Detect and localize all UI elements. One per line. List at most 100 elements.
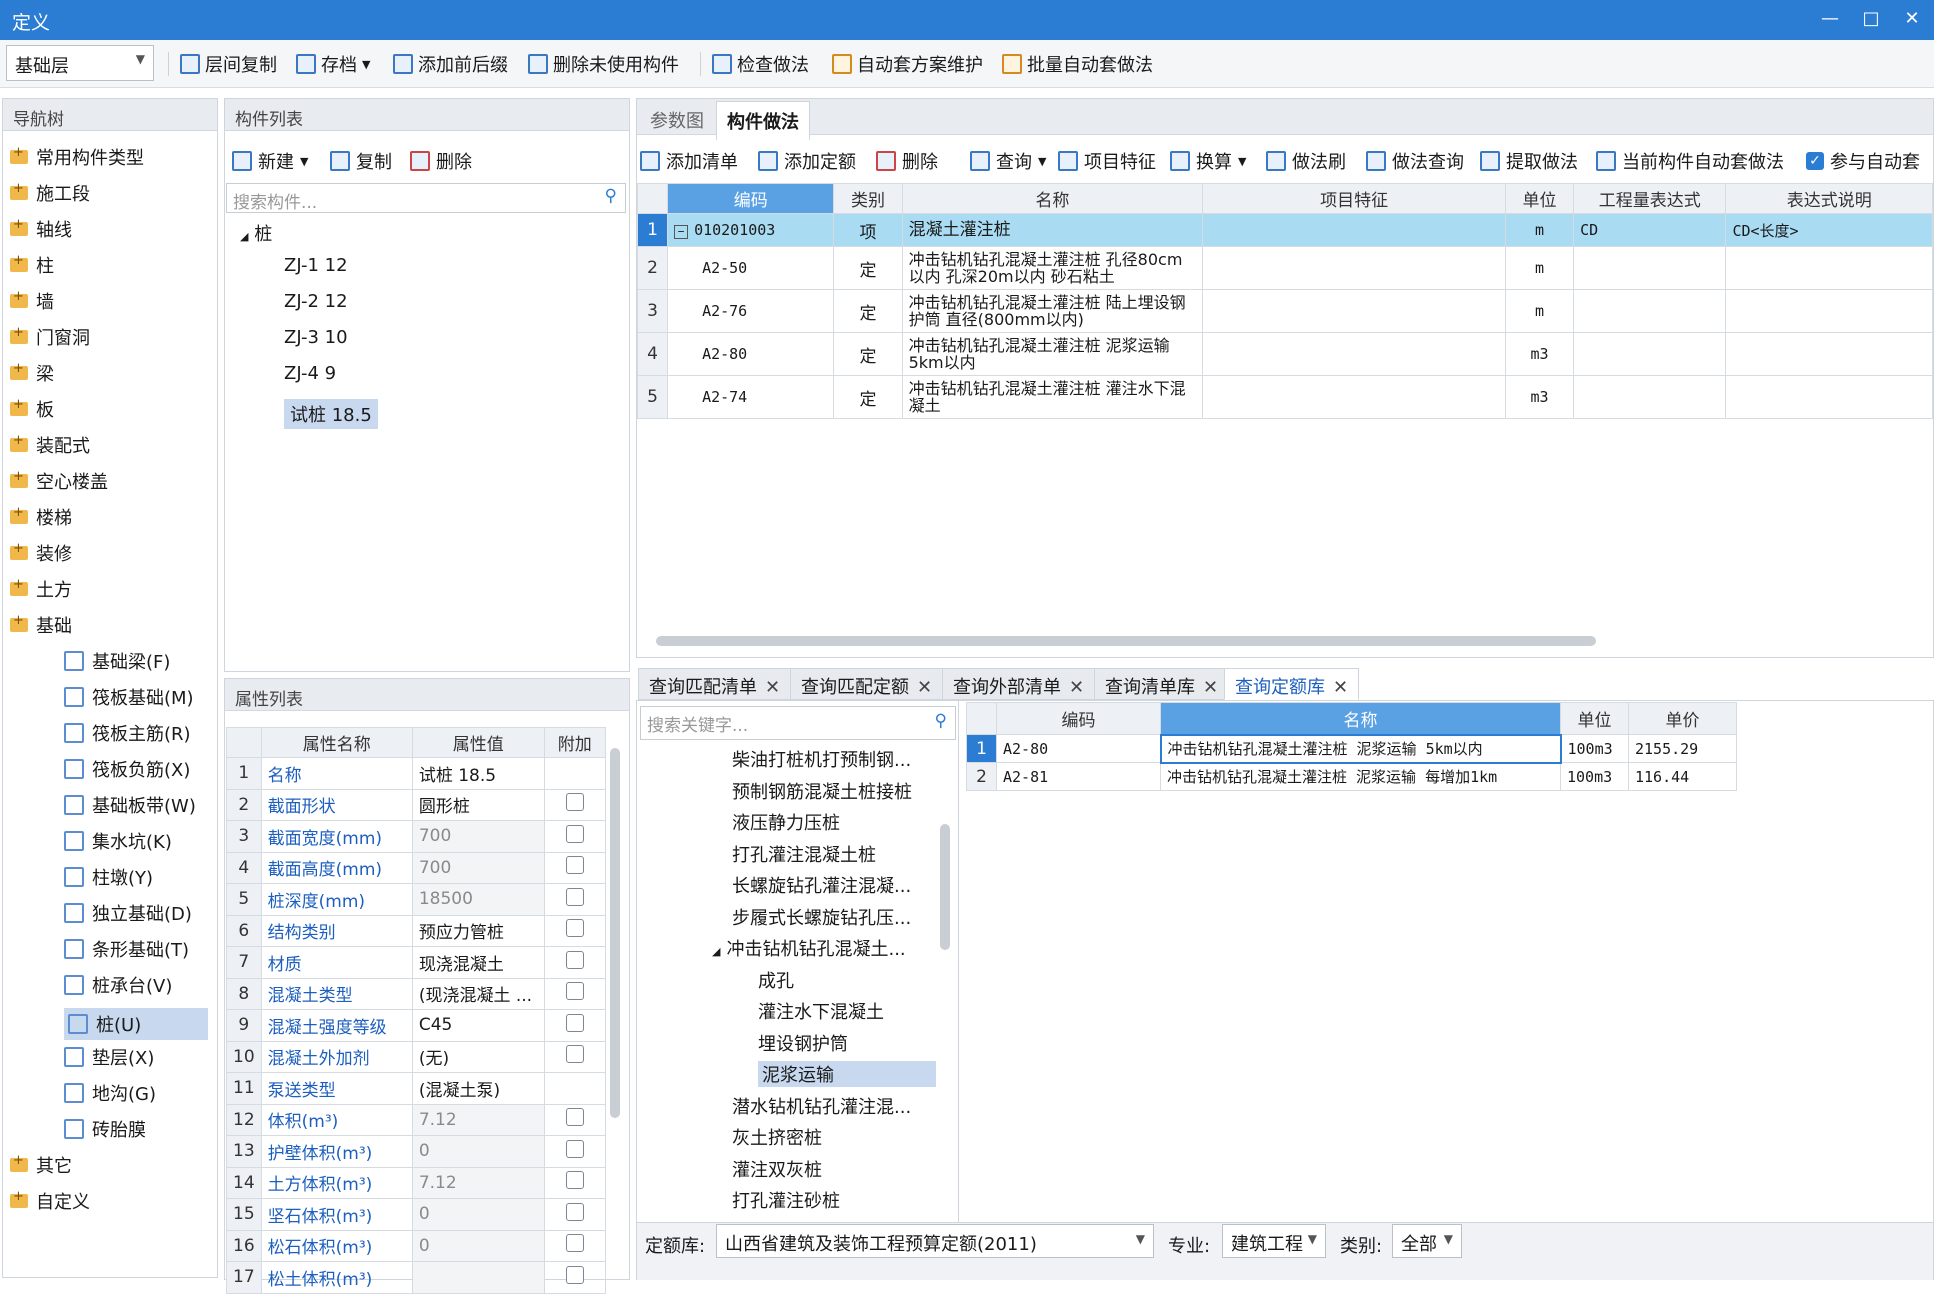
nav-subitem[interactable]: 筏板负筋(X) <box>64 756 190 782</box>
name-cell[interactable]: 冲击钻机钻孔混凝土灌注桩 泥浆运输 5km以内 <box>1159 733 1562 764</box>
tab-param-diagram[interactable]: 参数图 <box>640 101 714 139</box>
nav-item[interactable]: 装修 <box>10 540 72 566</box>
tree-node[interactable]: 灌注双灰桩 <box>732 1156 822 1182</box>
copy-button[interactable]: 复制 <box>330 148 392 174</box>
attach-checkbox[interactable] <box>565 919 584 938</box>
component-item[interactable]: 试桩 18.5 <box>284 399 378 429</box>
property-value[interactable]: (无) <box>411 1040 545 1073</box>
nav-item[interactable]: 土方 <box>10 576 72 602</box>
property-value[interactable]: 18500 <box>411 883 545 916</box>
query-search-input[interactable]: 搜索关键字... ⚲ <box>640 706 956 740</box>
query-tab[interactable]: 查询匹配定额 ✕ <box>790 668 944 700</box>
tree-node[interactable]: 柴油打桩机打预制钢... <box>732 746 911 772</box>
table-row[interactable]: 16 松石体积(m³) 0 <box>226 1229 607 1262</box>
nav-subitem[interactable]: 砖胎膜 <box>64 1116 146 1142</box>
table-row[interactable]: 12 体积(m³) 7.12 <box>226 1103 607 1136</box>
tree-node[interactable]: ◢ 冲击钻机钻孔混凝土... <box>712 935 906 961</box>
property-value[interactable]: 7.12 <box>411 1103 545 1136</box>
method-button[interactable]: 当前构件自动套做法 <box>1596 148 1784 174</box>
component-search-input[interactable]: 搜索构件... ⚲ <box>226 183 626 213</box>
close-icon[interactable]: ✕ <box>1897 6 1927 32</box>
table-row[interactable]: 3 A2-76 定冲击钻机钻孔混凝土灌注桩 陆上埋设钢护筒 直径(800mm以内) m <box>636 289 1933 333</box>
close-icon[interactable]: ✕ <box>1069 677 1084 698</box>
nav-item[interactable]: 基础 <box>10 612 72 638</box>
tree-node[interactable]: 液压静力压桩 <box>732 809 840 835</box>
table-row[interactable]: 2 截面形状 圆形桩 <box>226 788 607 821</box>
attach-checkbox[interactable] <box>565 1108 584 1127</box>
query-tab[interactable]: 查询清单库 ✕ <box>1094 668 1230 700</box>
attach-checkbox[interactable] <box>565 1045 584 1064</box>
table-row[interactable]: 10 混凝土外加剂 (无) <box>226 1040 607 1073</box>
expr-cell[interactable] <box>1573 375 1727 419</box>
table-row[interactable]: 4 截面高度(mm) 700 <box>226 851 607 884</box>
component-item[interactable]: ZJ-3 10 <box>284 327 348 348</box>
tree-node[interactable]: 步履式长螺旋钻孔压... <box>732 904 911 930</box>
copy-floor-button[interactable]: 层间复制 <box>180 50 277 78</box>
method-button[interactable]: 查询 ▼ <box>970 148 1046 174</box>
delete-button[interactable]: 删除 <box>410 148 472 174</box>
table-row[interactable]: 15 坚石体积(m³) 0 <box>226 1198 607 1231</box>
tree-node[interactable]: 潜水钻机钻孔灌注混... <box>732 1093 911 1119</box>
nav-item[interactable]: 施工段 <box>10 180 90 206</box>
nav-subitem[interactable]: 条形基础(T) <box>64 936 189 962</box>
property-value[interactable]: 圆形桩 <box>411 788 545 821</box>
expr-cell[interactable] <box>1573 289 1727 333</box>
table-row[interactable]: 13 护壁体积(m³) 0 <box>226 1135 607 1168</box>
add-affix-button[interactable]: 添加前后缀 <box>393 50 508 78</box>
tree-node[interactable]: 灰土挤密桩 <box>732 1124 822 1150</box>
tree-node[interactable]: 泥浆运输 <box>758 1061 936 1087</box>
tree-node[interactable]: 埋设钢护筒 <box>758 1030 848 1056</box>
tree-node[interactable]: 灌注水下混凝土 <box>758 998 884 1024</box>
table-row[interactable]: 17 松土体积(m³) <box>226 1261 607 1294</box>
nav-item[interactable]: 装配式 <box>10 432 90 458</box>
code-cell[interactable]: A2-80 <box>667 332 835 376</box>
maximize-icon[interactable]: □ <box>1856 6 1886 32</box>
attach-checkbox[interactable] <box>565 887 584 906</box>
query-tab[interactable]: 查询外部清单 ✕ <box>942 668 1096 700</box>
table-row[interactable]: 14 土方体积(m³) 7.12 <box>226 1166 607 1199</box>
nav-subitem[interactable]: 独立基础(D) <box>64 900 192 926</box>
nav-item[interactable]: 柱 <box>10 252 54 278</box>
nav-item[interactable]: 板 <box>10 396 54 422</box>
method-button[interactable]: 做法查询 <box>1366 148 1464 174</box>
table-row[interactable]: 1−010201003 项混凝土灌注桩 m CD CD<长度> <box>636 213 1933 247</box>
feature-cell[interactable] <box>1202 289 1506 333</box>
tree-node[interactable]: 预制钢筋混凝土桩接桩 <box>732 778 912 804</box>
property-value[interactable]: C45 <box>411 1009 545 1042</box>
nav-item[interactable]: 自定义 <box>10 1188 90 1214</box>
tree-node[interactable]: 成孔 <box>758 967 794 993</box>
name-cell[interactable]: 混凝土灌注桩 <box>901 213 1204 247</box>
property-value[interactable]: 现浇混凝土 <box>411 946 545 979</box>
expr-cell[interactable] <box>1573 246 1727 290</box>
table-row[interactable]: 2 A2-50 定冲击钻机钻孔混凝土灌注桩 孔径80cm以内 孔深20m以内 砂石粘… <box>636 246 1933 290</box>
close-icon[interactable]: ✕ <box>1333 677 1348 698</box>
method-button[interactable]: 做法刷 <box>1266 148 1346 174</box>
attach-checkbox[interactable] <box>565 824 584 843</box>
nav-item[interactable]: 空心楼盖 <box>10 468 108 494</box>
tree-node[interactable]: 长螺旋钻孔灌注混凝... <box>732 872 911 898</box>
component-item[interactable]: ZJ-1 12 <box>284 255 348 276</box>
tree-node[interactable]: 打孔灌注砂桩 <box>732 1187 840 1213</box>
nav-subitem[interactable]: 柱墩(Y) <box>64 864 153 890</box>
attach-checkbox[interactable] <box>565 950 584 969</box>
component-item[interactable]: ZJ-2 12 <box>284 291 348 312</box>
nav-item[interactable]: 轴线 <box>10 216 72 242</box>
close-icon[interactable]: ✕ <box>1203 677 1218 698</box>
tree-root-pile[interactable]: ◢ 桩 <box>240 220 272 246</box>
nav-item[interactable]: 梁 <box>10 360 54 386</box>
nav-item[interactable]: 楼梯 <box>10 504 72 530</box>
nav-subitem[interactable]: 桩(U) <box>64 1008 208 1040</box>
table-row[interactable]: 6 结构类别 预应力管桩 <box>226 914 607 947</box>
table-row[interactable]: 8 混凝土类型 (现浇混凝土 ... <box>226 977 607 1010</box>
property-value[interactable]: 试桩 18.5 <box>411 757 545 790</box>
batch-auto-button[interactable]: 批量自动套做法 <box>1002 50 1153 78</box>
attach-checkbox[interactable] <box>565 856 584 875</box>
table-row[interactable]: 1 A2-80 冲击钻机钻孔混凝土灌注桩 泥浆运输 5km以内 100m3 2155.2… <box>966 733 1737 764</box>
lib-select[interactable]: 山西省建筑及装饰工程预算定额(2011) ▼ <box>716 1224 1154 1258</box>
nav-subitem[interactable]: 基础梁(F) <box>64 648 170 674</box>
cat-select[interactable]: 全部 ▼ <box>1392 1224 1462 1258</box>
property-value[interactable]: (现浇混凝土 ... <box>411 977 545 1010</box>
collapse-icon[interactable]: − <box>674 225 689 239</box>
code-cell[interactable]: A2-76 <box>667 289 835 333</box>
table-row[interactable]: 5 A2-74 定冲击钻机钻孔混凝土灌注桩 灌注水下混凝土 m3 <box>636 375 1933 419</box>
